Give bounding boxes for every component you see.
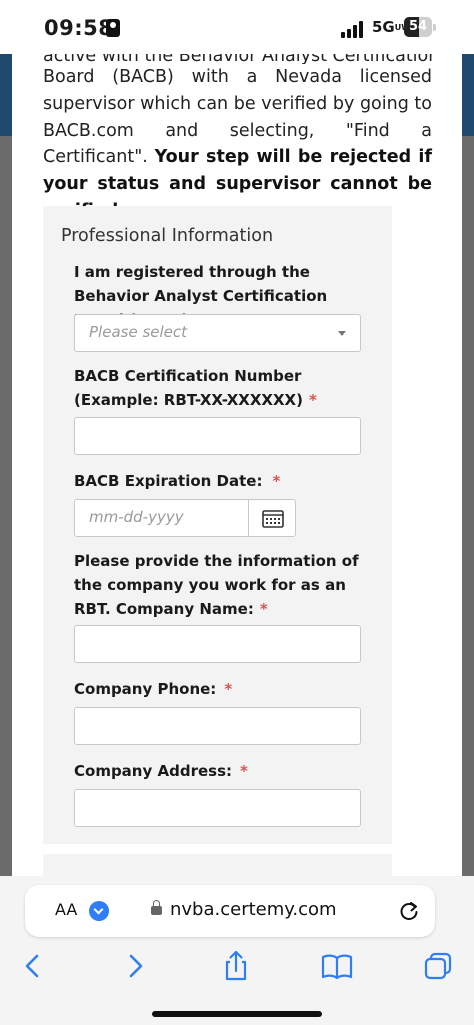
bookmarks-icon[interactable] — [320, 949, 354, 983]
company-name-label: Please provide the information of the co… — [74, 552, 359, 618]
intro-cut-line: active with the Behavior Analyst Certifi… — [43, 54, 432, 64]
lock-icon — [151, 900, 162, 915]
reload-icon[interactable] — [397, 899, 421, 923]
required-mark: * — [224, 680, 233, 698]
battery-level: 54 — [408, 19, 428, 34]
select-placeholder: Please select — [89, 323, 188, 341]
company-address-input[interactable] — [74, 789, 361, 827]
status-time: 09:58 — [44, 16, 114, 40]
bacb-registered-select[interactable]: Please select — [74, 314, 361, 352]
page-side-right — [462, 54, 474, 884]
battery-tip — [433, 24, 436, 31]
intro-text: active with the Behavior Analyst Certifi… — [43, 54, 432, 225]
company-phone-label: Company Phone: * — [74, 680, 233, 698]
browser-bottom-bar: AA nvba.certemy.com — [0, 876, 474, 1025]
forward-icon[interactable] — [118, 949, 152, 983]
cert-number-input[interactable] — [74, 417, 361, 455]
share-icon[interactable] — [219, 949, 253, 983]
status-bar: 09:58 5GUW 54 — [0, 0, 474, 54]
expiration-date-input[interactable]: mm-dd-yyyy — [74, 499, 249, 537]
required-mark: * — [272, 472, 281, 490]
required-mark: * — [308, 391, 317, 409]
back-icon[interactable] — [16, 949, 50, 983]
cert-number-label: BACB Certification Number (Example: RBT-… — [74, 367, 317, 409]
chevron-down-icon — [338, 331, 346, 336]
calendar-icon — [262, 510, 284, 528]
required-mark: * — [240, 762, 248, 780]
company-address-label: Company Address: * — [74, 762, 248, 780]
signal-icon — [341, 20, 367, 38]
battery-icon: 54 — [404, 17, 432, 37]
date-placeholder: mm-dd-yyyy — [89, 508, 184, 526]
company-name-input[interactable] — [74, 625, 361, 663]
page-side-left — [0, 54, 12, 884]
card-title: Professional Information — [61, 226, 274, 246]
professional-info-card: Professional Information I am registered… — [43, 206, 392, 844]
focus-person-icon — [106, 19, 120, 37]
page-content[interactable]: active with the Behavior Analyst Certifi… — [12, 54, 462, 884]
address-bar[interactable]: AA nvba.certemy.com — [25, 885, 435, 937]
extension-icon[interactable] — [89, 901, 109, 921]
calendar-button[interactable] — [248, 499, 296, 537]
required-mark: * — [259, 600, 268, 618]
home-indicator — [152, 1011, 322, 1017]
text-size-button[interactable]: AA — [55, 900, 77, 919]
expiration-label: BACB Expiration Date: * — [74, 472, 281, 490]
url-text[interactable]: nvba.certemy.com — [170, 899, 337, 920]
company-phone-input[interactable] — [74, 707, 361, 745]
tabs-icon[interactable] — [421, 949, 455, 983]
